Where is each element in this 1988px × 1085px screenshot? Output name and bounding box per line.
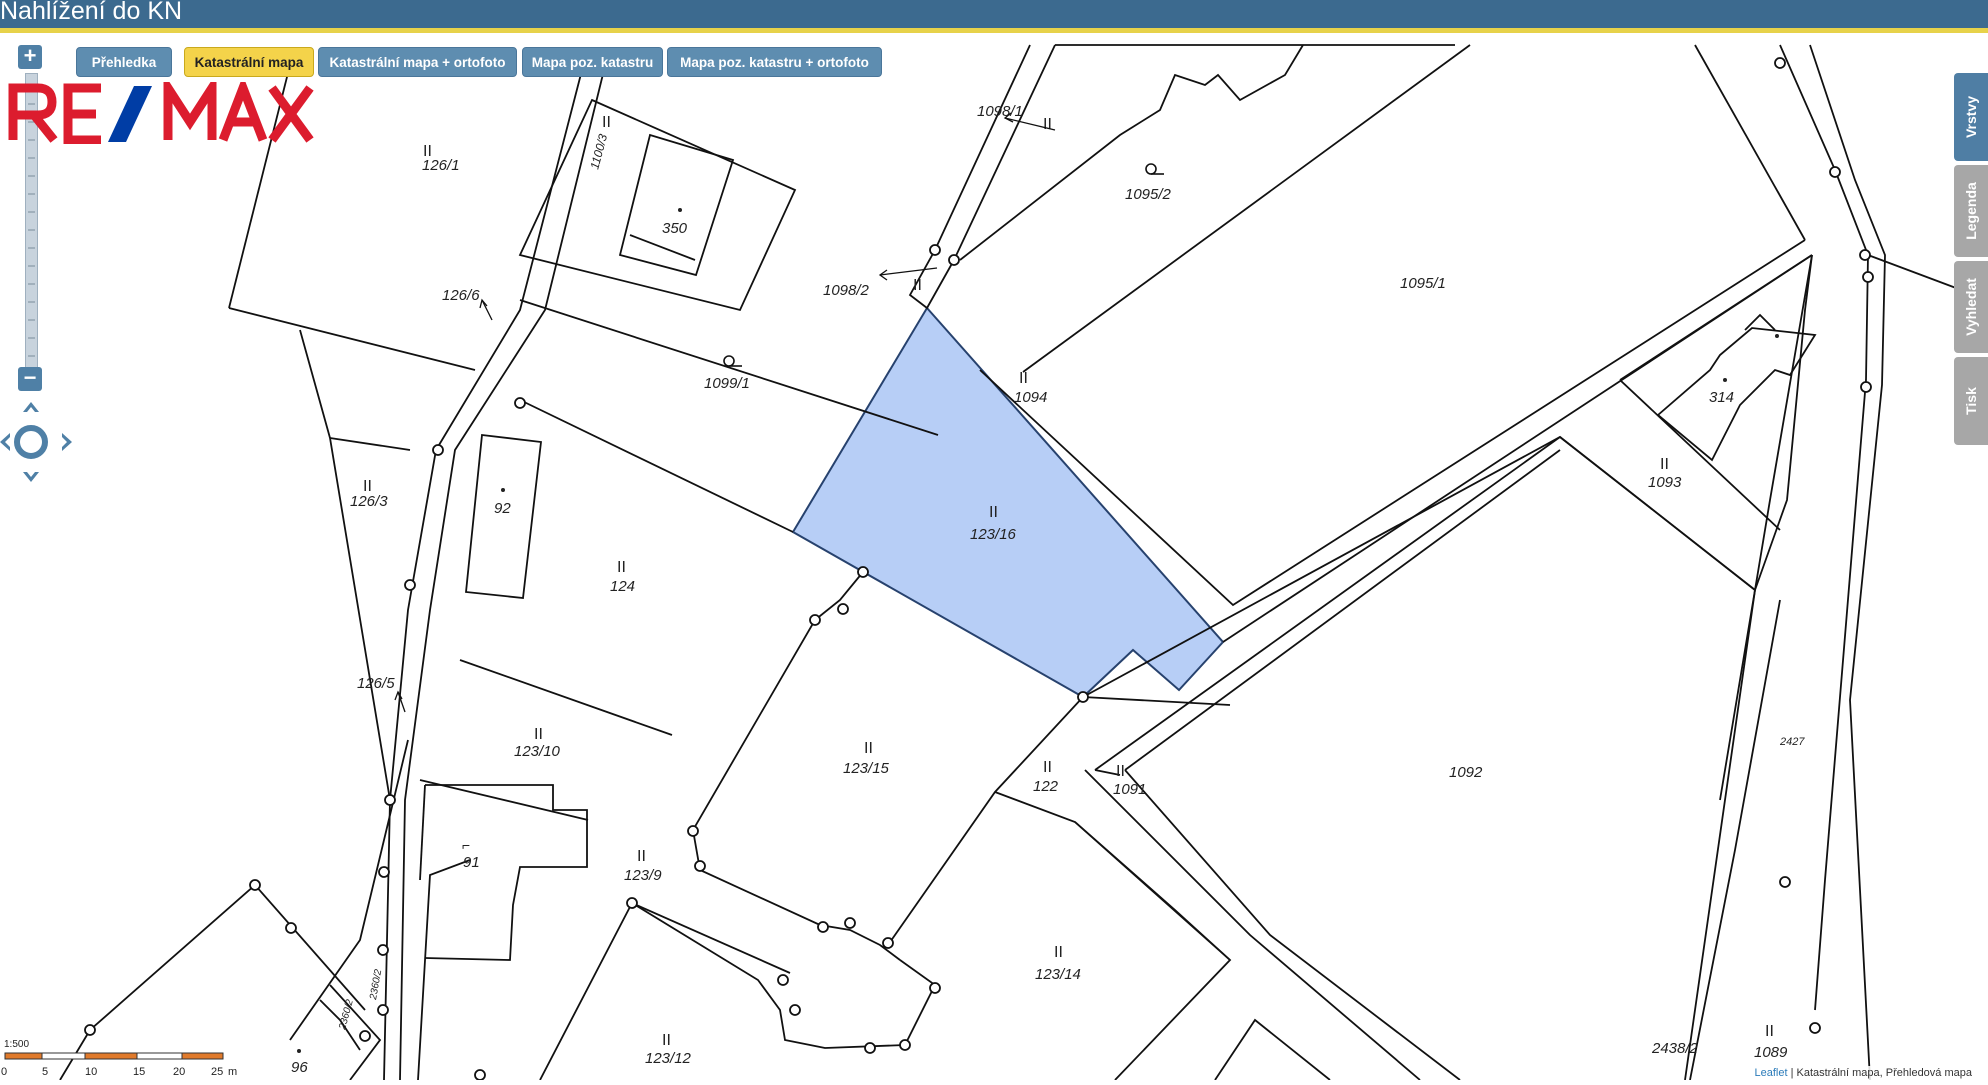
parcel-label: 123/12	[645, 1050, 692, 1067]
attribution-text: Katastrální mapa, Přehledová mapa	[1796, 1067, 1973, 1079]
parcel-label: 314	[1709, 389, 1734, 406]
svg-text:II: II	[1019, 370, 1028, 387]
pan-control[interactable]	[0, 400, 76, 484]
svg-text:II: II	[1765, 1023, 1774, 1040]
pan-up-icon[interactable]	[23, 402, 39, 412]
map-attribution: Leaflet | Katastrální mapa, Přehledová m…	[1750, 1066, 1976, 1080]
svg-text:II: II	[1043, 116, 1052, 133]
attribution-separator: |	[1787, 1067, 1797, 1079]
tab-legenda-label: Legenda	[1963, 182, 1979, 240]
tab-vyhledat-label: Vyhledat	[1963, 278, 1979, 336]
tab-mapa-poz-katastru-ortofoto[interactable]: Mapa poz. katastru + ortofoto	[667, 47, 882, 77]
app-title: Nahlížení do KN	[0, 0, 183, 25]
svg-text:II: II	[864, 740, 873, 757]
parcel-label: 2427	[1779, 736, 1805, 748]
selected-parcel-123-16[interactable]	[791, 306, 1225, 699]
scale-tick: 25	[211, 1066, 223, 1078]
parcel-label: 126/3	[350, 493, 388, 510]
scale-tick: 20	[173, 1066, 185, 1078]
title-bar: Nahlížení do KN	[0, 0, 1988, 33]
tab-legenda[interactable]: Legenda	[1954, 165, 1988, 257]
svg-text:II: II	[1116, 763, 1125, 780]
parcel-label: 91	[463, 854, 480, 871]
scale-ratio: 1:500	[4, 1039, 29, 1050]
tab-prehledka[interactable]: Přehledka	[76, 47, 172, 77]
parcel-label: 1098/2	[823, 282, 870, 299]
remax-logo	[8, 72, 318, 145]
scale-tick: 10	[85, 1066, 97, 1078]
parcel-label: 1100/3	[587, 132, 610, 171]
svg-text:II: II	[637, 848, 646, 865]
scale-bar: 1:500 0 5 10 15 20 25 m	[0, 1035, 240, 1080]
tab-vyhledat[interactable]: Vyhledat	[1954, 261, 1988, 353]
svg-text:II: II	[1043, 759, 1052, 776]
scale-tick: 15	[133, 1066, 145, 1078]
parcel-label: 1092	[1449, 764, 1483, 781]
pan-left-icon[interactable]	[0, 433, 10, 451]
zoom-out-button[interactable]: −	[18, 367, 42, 391]
parcel-label-selected: 123/16	[970, 526, 1017, 543]
parcel-label: 2438/2	[1651, 1040, 1699, 1057]
tab-vrstvy[interactable]: Vrstvy	[1954, 73, 1988, 161]
svg-text:II: II	[989, 504, 998, 521]
parcel-label: 96	[291, 1059, 308, 1076]
parcel-label: 1091	[1113, 781, 1146, 798]
parcel-label: 1094	[1014, 389, 1047, 406]
leaflet-link[interactable]: Leaflet	[1754, 1067, 1787, 1079]
parcel-label: 124	[610, 578, 635, 595]
scale-tick: 0	[1, 1066, 7, 1078]
parcel-label: 122	[1033, 778, 1059, 795]
pan-right-icon[interactable]	[62, 433, 72, 451]
svg-text:II: II	[602, 114, 611, 131]
cadastral-map[interactable]: 126/1 126/6 126/3 126/5 350 1100/3 1099/…	[0, 33, 1988, 1081]
tab-katastralni-mapa-ortofoto[interactable]: Katastrální mapa + ortofoto	[318, 47, 517, 77]
parcel-label: 92	[494, 500, 511, 517]
tab-tisk-label: Tisk	[1963, 387, 1979, 415]
scale-tick: 5	[42, 1066, 48, 1078]
parcel-label: 1099/1	[704, 375, 750, 392]
parcel-label: 350	[662, 220, 688, 237]
svg-text:⌐: ⌐	[462, 837, 470, 853]
parcel-label: 1089	[1754, 1044, 1788, 1061]
svg-text:II: II	[363, 478, 372, 495]
tab-mapa-poz-katastru[interactable]: Mapa poz. katastru	[522, 47, 663, 77]
svg-text:II: II	[662, 1032, 671, 1049]
zoom-in-button[interactable]: +	[18, 45, 42, 69]
parcel-label: 1098/1	[977, 103, 1023, 120]
tab-tisk[interactable]: Tisk	[1954, 357, 1988, 445]
parcel-label: 2360/2	[368, 968, 384, 1001]
pan-down-icon[interactable]	[23, 472, 39, 482]
svg-text:II: II	[534, 726, 543, 743]
parcel-label: 126/6	[442, 287, 480, 304]
parcel-label: 123/10	[514, 743, 561, 760]
parcel-label: 123/9	[624, 867, 662, 884]
parcel-label: 126/5	[357, 675, 395, 692]
svg-text:II: II	[617, 559, 626, 576]
tab-vrstvy-label: Vrstvy	[1963, 95, 1979, 139]
svg-text:II: II	[1054, 944, 1063, 961]
parcel-label: 1095/2	[1125, 186, 1172, 203]
parcel-label: 1093	[1648, 474, 1682, 491]
parcel-label: 1095/1	[1400, 275, 1446, 292]
parcel-label: 123/14	[1035, 966, 1081, 983]
svg-text:II: II	[913, 277, 922, 294]
parcel-label: 2360/2	[337, 998, 356, 1032]
svg-text:II: II	[1660, 456, 1669, 473]
parcel-label: 123/15	[843, 760, 890, 777]
tab-katastralni-mapa[interactable]: Katastrální mapa	[184, 47, 314, 77]
svg-text:II: II	[423, 143, 432, 160]
scale-unit: m	[228, 1066, 237, 1078]
pan-center-icon[interactable]	[14, 425, 48, 459]
